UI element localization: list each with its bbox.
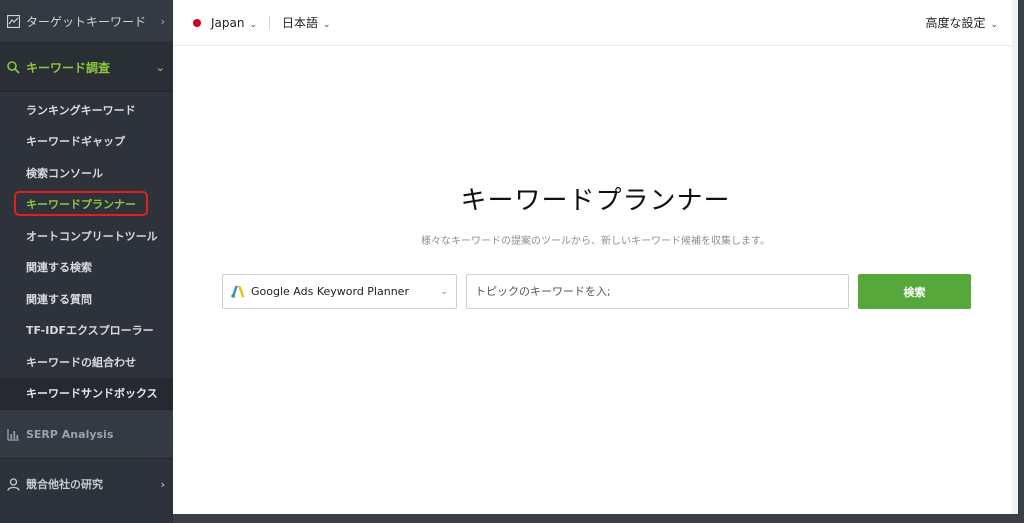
keyword-input[interactable] <box>466 274 849 309</box>
chevron-down-icon: ⌄ <box>323 20 331 30</box>
sidebar-item-label: ターゲットキーワード <box>26 14 147 29</box>
sidebar-item-tfidf-explorer[interactable]: TF-IDFエクスプローラー <box>0 315 173 347</box>
language-select[interactable]: 日本語 ⌄ <box>282 14 331 31</box>
page-title: キーワードプランナー <box>460 186 731 216</box>
google-ads-logo-icon <box>231 285 245 299</box>
advanced-settings-label: 高度な設定 <box>925 16 986 30</box>
main-panel: Japan ⌄ 日本語 ⌄ 高度な設定 ⌄ キーワードプランナー 様々なキーワードの提… <box>173 0 1018 514</box>
japan-flag-icon <box>193 18 201 27</box>
window-bottom-edge <box>173 514 1024 523</box>
sidebar-item-serp-analysis[interactable]: SERP Analysis <box>0 409 173 458</box>
country-label: Japan <box>211 15 245 30</box>
chevron-right-icon: › <box>160 14 165 28</box>
sidebar-item-competitor-research[interactable]: 競合他社の研究 › <box>0 458 173 509</box>
sidebar-item-related-questions[interactable]: 関連する質問 <box>0 283 173 315</box>
sidebar-item-search-console[interactable]: 検索コンソール <box>0 157 173 189</box>
chevron-right-icon: › <box>160 477 165 491</box>
sidebar-submenu: ランキングキーワード キーワードギャップ 検索コンソール キーワードプランナー … <box>0 92 173 409</box>
sidebar-item-keyword-sandbox[interactable]: キーワードサンドボックス <box>0 377 173 409</box>
sidebar-item-label: SERP Analysis <box>26 427 114 441</box>
sidebar-item-target-keywords[interactable]: ターゲットキーワード › <box>0 0 173 43</box>
scrollbar-track[interactable] <box>1012 0 1018 514</box>
search-form: Google Ads Keyword Planner ⌄ 検索 <box>222 274 971 309</box>
sidebar-item-autocomplete-tool[interactable]: オートコンプリートツール <box>0 220 173 252</box>
bar-chart-icon <box>6 427 20 441</box>
chevron-down-icon: ⌄ <box>440 286 448 297</box>
chevron-down-icon: ⌄ <box>249 19 258 30</box>
country-select[interactable]: Japan ⌄ <box>211 16 257 30</box>
sidebar-item-keyword-gap[interactable]: キーワードギャップ <box>0 126 173 158</box>
sidebar-section-keyword-research[interactable]: キーワード調査 ⌄ <box>0 43 173 92</box>
sidebar-item-ranking-keywords[interactable]: ランキングキーワード <box>0 94 173 126</box>
advanced-settings-menu[interactable]: 高度な設定 ⌄ <box>925 14 998 31</box>
source-select[interactable]: Google Ads Keyword Planner ⌄ <box>222 274 457 309</box>
language-label: 日本語 <box>282 16 319 30</box>
sidebar-item-keyword-combinations[interactable]: キーワードの組合わせ <box>0 346 173 378</box>
chevron-down-icon: ⌄ <box>155 60 165 74</box>
chevron-down-icon: ⌄ <box>990 20 998 30</box>
sidebar-item-related-searches[interactable]: 関連する検索 <box>0 252 173 284</box>
user-icon <box>6 477 20 491</box>
search-icon <box>6 60 20 74</box>
page-subtitle: 様々なキーワードの提案のツールから、新しいキーワード候補を収集します。 <box>421 236 770 247</box>
sidebar: ターゲットキーワード › キーワード調査 ⌄ ランキングキーワード キーワードギ… <box>0 0 173 523</box>
trend-chart-icon <box>6 14 20 28</box>
sidebar-item-keyword-planner[interactable]: キーワードプランナー <box>0 189 173 221</box>
sidebar-item-label: 競合他社の研究 <box>26 478 103 491</box>
sidebar-section-label: キーワード調査 <box>26 60 111 75</box>
top-bar: Japan ⌄ 日本語 ⌄ 高度な設定 ⌄ <box>173 0 1018 46</box>
divider <box>269 15 271 30</box>
source-select-label: Google Ads Keyword Planner <box>251 285 409 298</box>
search-button[interactable]: 検索 <box>858 274 971 309</box>
